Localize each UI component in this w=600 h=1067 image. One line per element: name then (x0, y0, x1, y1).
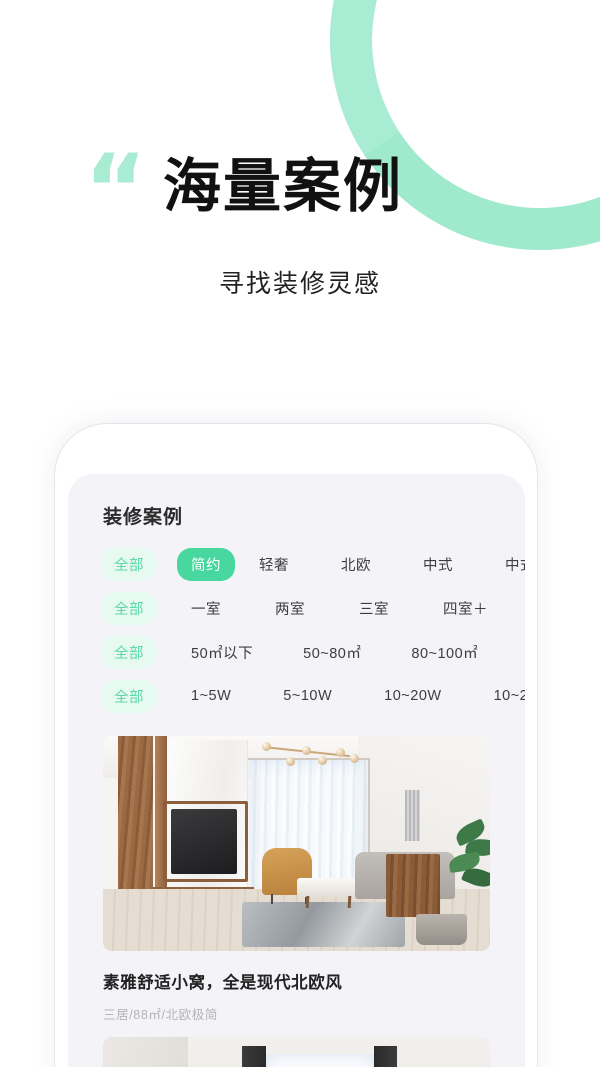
filter-chip-style-all[interactable]: 全部 (101, 547, 157, 581)
filter-panel: 全部 简约 轻奢 北欧 中式 中式 全部 一室 两室 三室 四室＋ 复式 全部 (68, 542, 525, 718)
promo-page: “ 海量案例 寻找装修灵感 装修案例 全部 简约 轻奢 北欧 中式 中式 全部 … (0, 0, 600, 1067)
filter-chip-area-50-80[interactable]: 50~80㎡ (289, 636, 375, 669)
page-subtitle: 寻找装修灵感 (218, 270, 381, 298)
filter-chip-area-80-100[interactable]: 80~100㎡ (397, 636, 492, 669)
case-card[interactable]: 素雅舒适小窝，全是现代北欧风 三居/88㎡/北欧极简 (68, 736, 525, 1023)
phone-screen: 装修案例 全部 简约 轻奢 北欧 中式 中式 全部 一室 两室 三室 四室＋ 复… (68, 474, 525, 1067)
filter-chip-budget-5-10w[interactable]: 5~10W (269, 682, 346, 710)
filter-chip-area-100plus[interactable]: 10 (514, 638, 525, 666)
filter-row-style: 全部 简约 轻奢 北欧 中式 中式 (68, 542, 525, 586)
filter-chip-rooms-4plus[interactable]: 四室＋ (429, 592, 502, 625)
filter-chip-style-zhongshi-1[interactable]: 中式 (409, 548, 467, 581)
filter-chip-area-all[interactable]: 全部 (101, 635, 157, 669)
phone-mockup: 装修案例 全部 简约 轻奢 北欧 中式 中式 全部 一室 两室 三室 四室＋ 复… (55, 424, 537, 1067)
case-image-bedroom[interactable] (103, 1037, 490, 1067)
case-title: 素雅舒适小窝，全是现代北欧风 (103, 974, 343, 992)
screen-title: 装修案例 (103, 507, 184, 528)
quote-mark-icon: “ (84, 134, 147, 246)
filter-chip-budget-10-20w-2[interactable]: 10~20W (480, 682, 525, 710)
filter-row-area: 全部 50㎡以下 50~80㎡ 80~100㎡ 10 (68, 630, 525, 674)
page-title: 海量案例 (163, 154, 404, 219)
filter-chip-style-beiou[interactable]: 北欧 (327, 548, 385, 581)
filter-chip-rooms-all[interactable]: 全部 (101, 591, 157, 625)
filter-chip-area-under50[interactable]: 50㎡以下 (177, 636, 267, 669)
filter-chip-budget-all[interactable]: 全部 (101, 679, 157, 713)
filter-chip-budget-1-5w[interactable]: 1~5W (177, 682, 245, 710)
filter-chip-budget-10-20w-1[interactable]: 10~20W (370, 682, 455, 710)
filter-row-rooms: 全部 一室 两室 三室 四室＋ 复式 (68, 586, 525, 630)
case-meta: 三居/88㎡/北欧极简 (103, 1008, 218, 1022)
filter-chip-rooms-1[interactable]: 一室 (177, 592, 235, 625)
filter-chip-style-zhongshi-2[interactable]: 中式 (491, 548, 525, 581)
case-card[interactable] (68, 1037, 525, 1067)
case-list: 素雅舒适小窝，全是现代北欧风 三居/88㎡/北欧极简 (68, 736, 525, 1067)
filter-chip-rooms-2[interactable]: 两室 (261, 592, 319, 625)
filter-chip-rooms-3[interactable]: 三室 (345, 592, 403, 625)
filter-row-budget: 全部 1~5W 5~10W 10~20W 10~20W (68, 674, 525, 718)
case-image-living-room[interactable] (103, 736, 490, 951)
filter-chip-style-qingshe[interactable]: 轻奢 (245, 548, 303, 581)
filter-chip-style-jianyue[interactable]: 简约 (177, 547, 235, 581)
